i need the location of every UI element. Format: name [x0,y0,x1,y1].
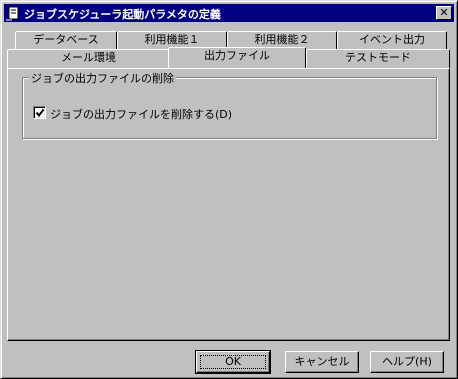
cancel-label: キャンセル [294,355,350,368]
title-bar[interactable]: ジョブスケジューラ起動パラメタの定義 ✕ [4,4,454,22]
tab-label: データベース [33,33,99,46]
help-label: ヘルプ(H) [382,355,432,368]
group-delete-output: ジョブの出力ファイルの削除 ジョブの出力ファイルを削除する(D) [22,70,437,139]
cancel-button[interactable]: キャンセル [285,351,359,373]
close-button[interactable]: ✕ [436,6,452,20]
tab-label: メール環境 [61,51,116,64]
checkbox-box[interactable] [33,106,46,119]
tab-output-file[interactable]: 出力ファイル [168,47,306,68]
tab-label: 出力ファイル [204,49,270,62]
checkmark-icon [35,108,45,118]
tab-label: 利用機能１ [144,33,200,46]
checkbox-label: ジョブの出力ファイルを削除する(D) [50,108,233,121]
tab-label: イベント出力 [359,33,425,46]
app-icon [6,6,19,21]
group-title: ジョブの出力ファイルの削除 [29,70,176,86]
tab-event-output[interactable]: イベント出力 [337,31,447,49]
ok-button[interactable]: OK [195,350,271,374]
tab-database[interactable]: データベース [15,31,117,49]
dialog-window: ジョブスケジューラ起動パラメタの定義 ✕ データベース 利用機能１ 利用機能２ … [0,0,458,379]
ok-label: OK [225,355,241,368]
help-button[interactable]: ヘルプ(H) [370,351,444,373]
tab-label: テストモード [345,51,411,64]
tab-panel-output-file: ジョブの出力ファイルの削除 ジョブの出力ファイルを削除する(D) [7,68,450,341]
close-icon: ✕ [439,6,449,19]
tab-mail-environment[interactable]: メール環境 [7,49,170,68]
tab-label: 利用機能２ [254,33,310,46]
tab-test-mode[interactable]: テストモード [306,49,450,68]
window-title: ジョブスケジューラ起動パラメタの定義 [24,8,221,21]
